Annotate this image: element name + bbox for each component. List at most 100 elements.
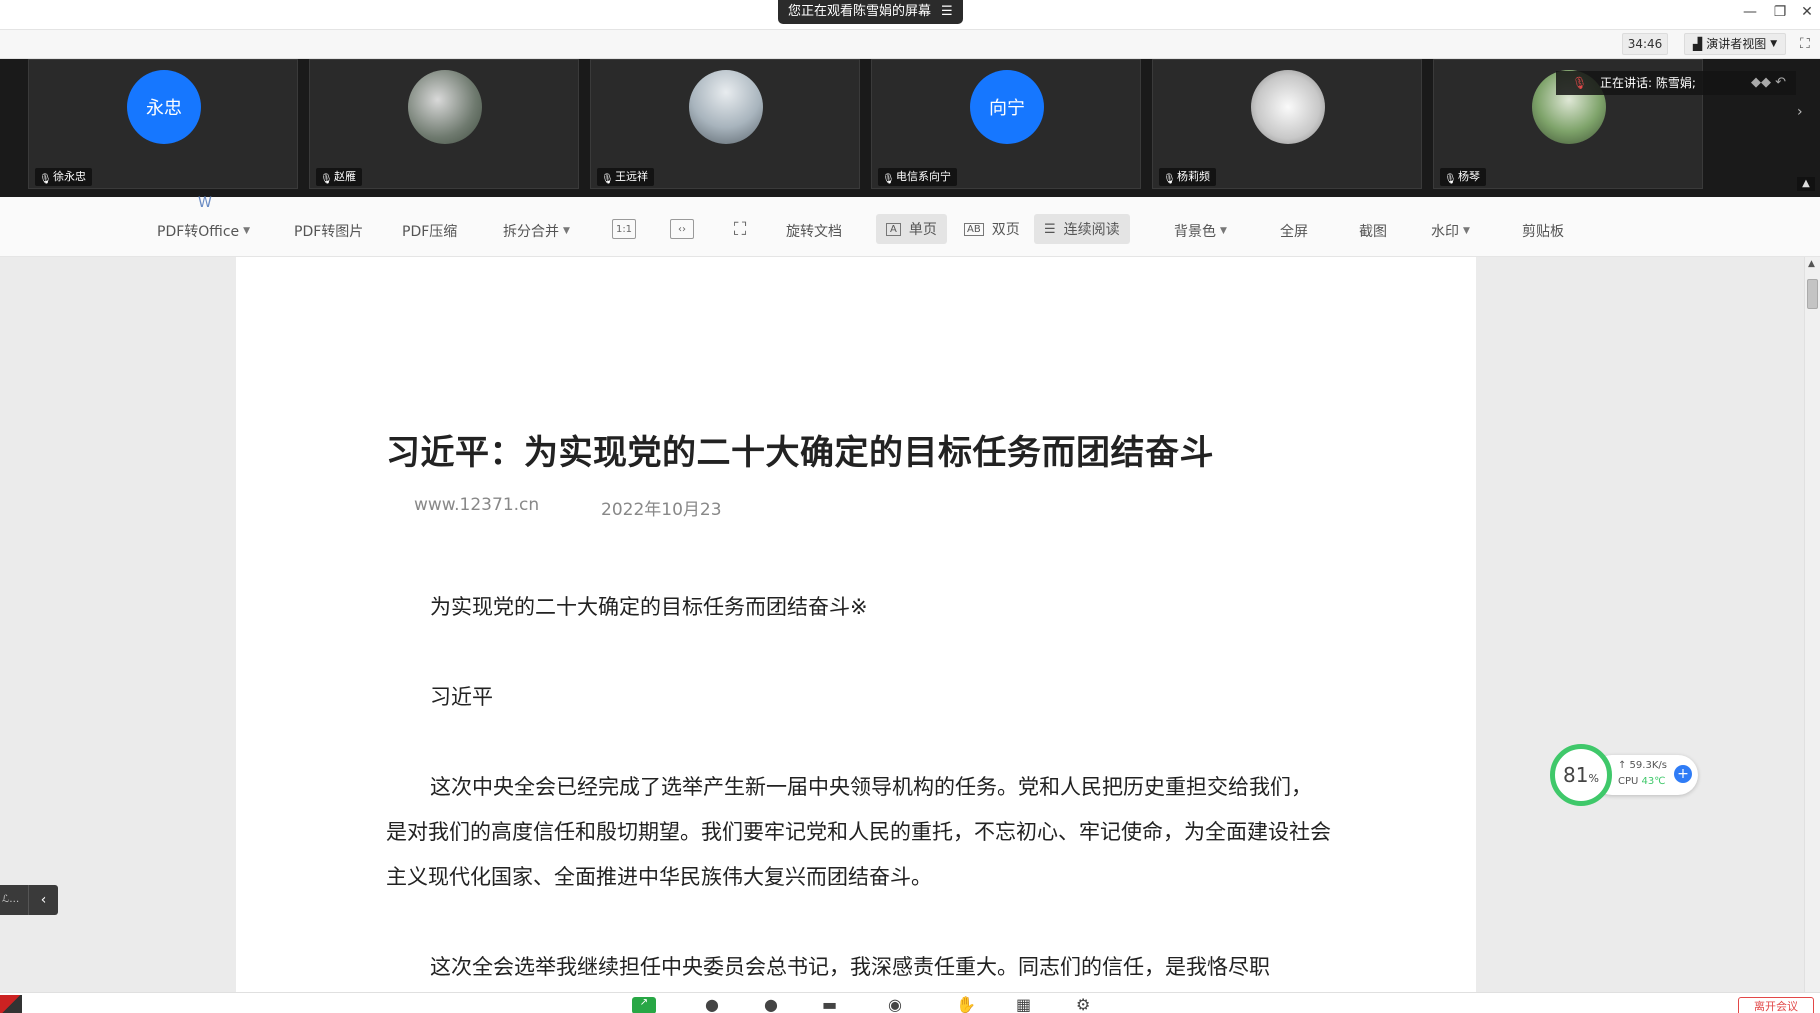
avatar [1251, 70, 1325, 144]
participant-name: 杨莉频 [1177, 170, 1210, 183]
layout-icon: ▟ [1693, 37, 1703, 51]
pdf-to-image-button[interactable]: PDF转图片 [294, 221, 363, 241]
rotate-doc-button[interactable]: 旋转文档 [786, 221, 842, 241]
user-icon[interactable]: ● [764, 995, 778, 1013]
fullscreen-icon[interactable]: ⛶ [1800, 36, 1810, 52]
plus-icon[interactable]: + [1674, 765, 1692, 783]
chevron-left-icon[interactable]: ‹ [28, 885, 58, 915]
leave-meeting-button[interactable]: 离开会议 [1738, 997, 1814, 1013]
single-page-label: 单页 [908, 222, 937, 238]
meeting-controls-bar: ↗ ● ● ▬ ◉ ✋ ▦ ⚙ 离开会议 [0, 992, 1820, 1013]
record-icon[interactable]: ◉ [888, 995, 902, 1013]
watermark-label: 水印 [1431, 224, 1459, 240]
chevron-down-icon: ▼ [1770, 39, 1778, 49]
document-subtitle: 为实现党的二十大确定的目标任务而团结奋斗※ [430, 595, 868, 619]
continuous-icon: ☰ [1044, 221, 1056, 237]
avatar: 永忠 [127, 70, 201, 144]
annotation-panel-tab[interactable]: ℒ… ‹ [0, 885, 58, 915]
double-page-button[interactable]: AB 双页 [954, 214, 1030, 244]
chevron-right-icon[interactable]: › [1797, 104, 1803, 120]
chevron-down-icon: ▼ [1463, 226, 1470, 236]
share-notice-text: 您正在观看陈雪娟的屏幕 [788, 4, 932, 19]
participant-name-tag: 🎙 徐永忠 [35, 168, 92, 186]
chevron-up-icon[interactable]: ▲ [1797, 177, 1815, 191]
watermark-button[interactable]: 水印 ▼ [1431, 221, 1470, 241]
actual-size-icon[interactable]: 1:1 [612, 219, 636, 239]
speaking-indicator: 🎙 正在讲话: 陈雪娟; ◆◆ ↶ [1556, 71, 1796, 95]
double-page-label: 双页 [991, 222, 1020, 238]
document-date: 2022年10月23 [601, 500, 722, 520]
speaking-text: 正在讲话: 陈雪娟; [1600, 76, 1696, 90]
split-merge-button[interactable]: 拆分合并 ▼ [503, 221, 570, 241]
minimize-icon[interactable]: — [1740, 4, 1760, 20]
fit-width-icon[interactable]: ‹› [670, 219, 694, 239]
pdf-to-office-button[interactable]: PDF转Office ▼ [157, 221, 250, 241]
share-screen-icon[interactable]: ↗ [632, 997, 656, 1013]
avatar [689, 70, 763, 144]
participant-name: 电信系向宁 [896, 170, 951, 183]
gear-icon[interactable]: ⚙ [1076, 995, 1090, 1013]
restore-icon[interactable]: ❐ [1770, 4, 1790, 20]
percent-sign: % [1588, 771, 1599, 785]
split-merge-label: 拆分合并 [503, 224, 559, 240]
clipboard-button[interactable]: 剪贴板 [1522, 221, 1564, 241]
avatar [408, 70, 482, 144]
vertical-scrollbar[interactable]: ▲ [1804, 257, 1820, 997]
background-color-label: 背景色 [1174, 224, 1216, 240]
continuous-read-button[interactable]: ☰ 连续阅读 [1034, 214, 1130, 244]
participant-tile[interactable]: 🎙 赵雁 [309, 59, 579, 189]
pdf-to-image-label: PDF转图片 [294, 224, 364, 240]
fit-page-icon[interactable]: ⛶ [728, 219, 752, 240]
chevron-down-icon: ▼ [243, 226, 251, 236]
scrollbar-thumb[interactable] [1807, 279, 1818, 309]
reaction-icons[interactable]: ◆◆ ↶ [1751, 71, 1786, 95]
chat-icon[interactable]: ▬ [822, 995, 837, 1013]
cpu-usage-ring: 81% [1550, 744, 1612, 806]
mic-muted-icon: 🎙 [320, 174, 333, 185]
background-color-button[interactable]: 背景色 ▼ [1174, 221, 1227, 241]
system-monitor-widget[interactable]: ↑ 59.3K/s CPU 43℃ + 81% [1550, 744, 1698, 806]
participant-tile[interactable]: 🎙 王远祥 [590, 59, 860, 189]
fullscreen-button[interactable]: 全屏 [1280, 221, 1308, 241]
participant-name: 王远祥 [615, 170, 648, 183]
screenshot-label: 截图 [1359, 224, 1387, 240]
app-logo [0, 995, 22, 1013]
single-page-icon: A [886, 222, 901, 236]
pdf-to-office-label: PDF转Office [157, 224, 240, 240]
screenshot-button[interactable]: 截图 [1359, 221, 1387, 241]
mic-muted-icon: 🎙 [1163, 174, 1176, 185]
mic-muted-icon: 🎙 [601, 174, 614, 185]
scroll-up-icon[interactable]: ▲ [1808, 259, 1815, 269]
mic-muted-icon: 🎙 [1444, 174, 1457, 185]
pdf-compress-label: PDF压缩 [402, 224, 458, 240]
chevron-down-icon: ▼ [1220, 226, 1227, 236]
cpu-temp: 43℃ [1641, 776, 1666, 787]
apps-icon[interactable]: ▦ [1016, 995, 1031, 1013]
participant-tile[interactable]: 永忠 🎙 徐永忠 [28, 59, 298, 189]
menu-icon[interactable]: ☰ [941, 0, 953, 24]
participant-name-tag: 🎙 赵雁 [316, 168, 362, 186]
close-icon[interactable]: ✕ [1797, 4, 1817, 20]
participant-name-tag: 🎙 电信系向宁 [878, 168, 957, 186]
single-page-button[interactable]: A 单页 [876, 214, 947, 244]
participant-name-tag: 🎙 杨琴 [1440, 168, 1486, 186]
speaking-mic-icon: 🎙 [1572, 76, 1588, 90]
window-titlebar: 您正在观看陈雪娟的屏幕 ☰ — ❐ ✕ [0, 0, 1820, 30]
mic-muted-icon: 🎙 [882, 174, 895, 185]
screen-share-notice[interactable]: 您正在观看陈雪娟的屏幕 ☰ [778, 0, 963, 24]
continuous-label: 连续阅读 [1063, 222, 1120, 238]
signature-icon: ℒ… [2, 894, 20, 905]
participant-name-tag: 🎙 杨莉频 [1159, 168, 1216, 186]
participant-tile[interactable]: 🎙 杨莉频 [1152, 59, 1422, 189]
participant-icon[interactable]: ● [705, 995, 719, 1013]
view-mode-label: 演讲者视图 [1706, 37, 1767, 51]
raise-hand-icon[interactable]: ✋ [956, 995, 976, 1013]
document-paragraph: 这次全会选举我继续担任中央委员会总书记，我深感责任重大。同志们的信任，是我恪尽职 [430, 955, 1270, 979]
double-page-icon: AB [964, 222, 984, 236]
participant-tile[interactable]: 向宁 🎙 电信系向宁 [871, 59, 1141, 189]
participant-name: 杨琴 [1458, 170, 1480, 183]
document-paragraph: 这次中央全会已经完成了选举产生新一届中央领导机构的任务。党和人民把历史重担交给我… [386, 775, 1331, 889]
pdf-compress-button[interactable]: PDF压缩 [402, 221, 457, 241]
view-mode-dropdown[interactable]: ▟ 演讲者视图 ▼ [1684, 33, 1787, 55]
pdf-toolbar: PDF转Office ▼ W PDF转图片 PDF压缩 拆分合并 ▼ 1:1 ‹… [0, 195, 1820, 257]
